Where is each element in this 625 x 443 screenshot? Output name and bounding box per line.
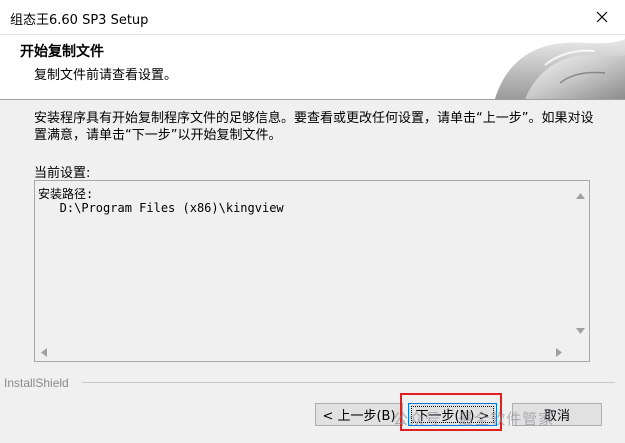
- footer-divider: [82, 382, 615, 383]
- installer-graphic-icon: [495, 39, 625, 99]
- scroll-down-icon[interactable]: [576, 328, 585, 334]
- header-title: 开始复制文件: [20, 44, 104, 60]
- header-subtitle: 复制文件前请查看设置。: [34, 68, 178, 83]
- current-settings-label: 当前设置:: [34, 166, 91, 181]
- window-title: 组态王6.60 SP3 Setup: [10, 13, 149, 28]
- next-button[interactable]: 下一步(N) >: [408, 403, 497, 426]
- installshield-brand: InstallShield: [4, 376, 69, 390]
- horizontal-scrollbar[interactable]: [35, 344, 572, 361]
- close-button[interactable]: [579, 0, 625, 34]
- vertical-scrollbar[interactable]: [572, 181, 589, 344]
- back-button[interactable]: < 上一步(B): [315, 403, 403, 426]
- dialog-header: 开始复制文件 复制文件前请查看设置。: [0, 35, 625, 100]
- settings-textbox[interactable]: 安装路径: D:\Program Files (x86)\kingview: [34, 180, 590, 362]
- scroll-up-icon[interactable]: [576, 193, 585, 199]
- close-icon: [596, 11, 608, 23]
- scroll-left-icon[interactable]: [41, 348, 47, 357]
- title-bar: 组态王6.60 SP3 Setup: [0, 0, 625, 35]
- instructions-text: 安装程序具有开始复制程序文件的足够信息。要查看或更改任何设置，请单击“上一步”。…: [34, 111, 594, 143]
- settings-content: 安装路径: D:\Program Files (x86)\kingview: [38, 187, 284, 215]
- cancel-button[interactable]: 取消: [512, 403, 602, 426]
- scrollbar-corner: [572, 344, 589, 361]
- focus-rect: [411, 406, 494, 423]
- scroll-right-icon[interactable]: [556, 348, 562, 357]
